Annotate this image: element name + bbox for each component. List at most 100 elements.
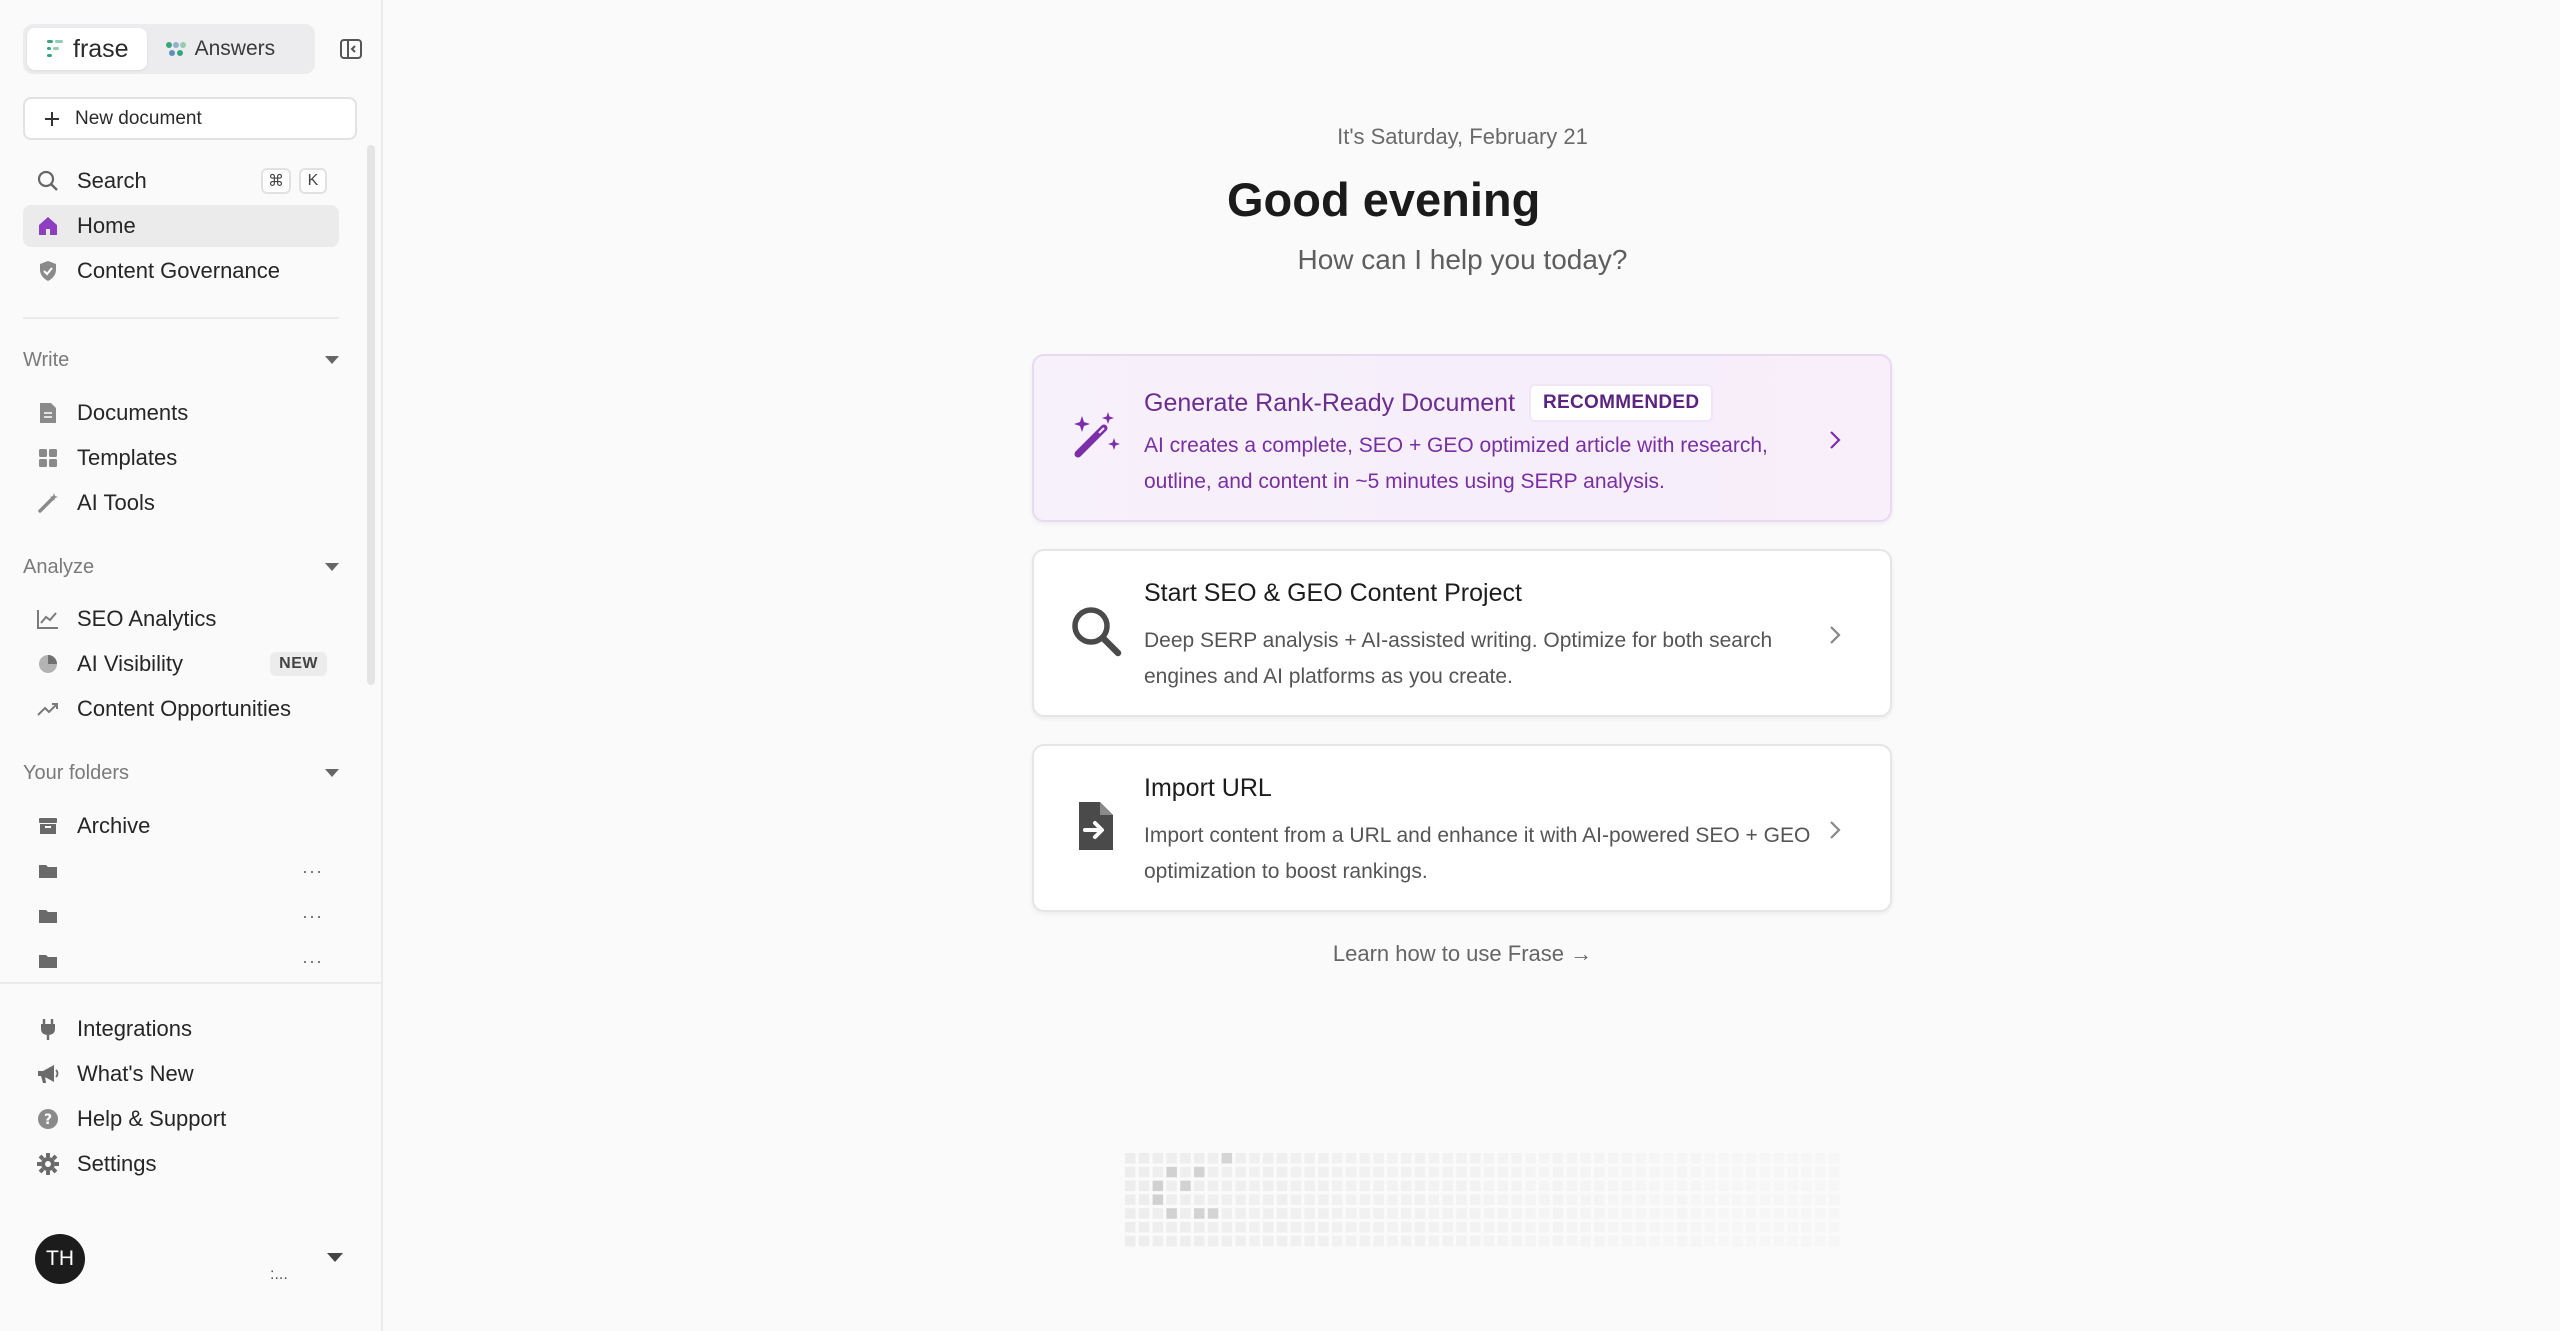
grid-cell bbox=[1677, 1222, 1688, 1233]
grid-cell bbox=[1442, 1166, 1453, 1178]
grid-cell bbox=[1828, 1166, 1840, 1178]
grid-cell bbox=[1511, 1222, 1522, 1233]
grid-cell bbox=[1621, 1222, 1633, 1233]
grid-cell bbox=[1442, 1153, 1453, 1164]
grid-icon bbox=[35, 445, 61, 471]
import-url-card[interactable]: Import URL Import content from a URL and… bbox=[1032, 744, 1892, 912]
folder-item[interactable]: ··· bbox=[23, 940, 339, 982]
megaphone-icon bbox=[35, 1061, 61, 1087]
grid-cell bbox=[1732, 1166, 1743, 1178]
grid-cell bbox=[1414, 1180, 1426, 1192]
grid-cell bbox=[1428, 1194, 1440, 1205]
learn-frase-link[interactable]: Learn how to use Frase → bbox=[385, 941, 2540, 967]
section-folders-header[interactable]: Your folders bbox=[23, 758, 341, 788]
search-nav-item[interactable]: Search ⌘ K bbox=[23, 160, 339, 202]
sidebar-item-label: Integrations bbox=[77, 1016, 192, 1041]
sidebar-item-ai-tools[interactable]: AI Tools bbox=[23, 482, 339, 524]
sidebar-item-label: What's New bbox=[77, 1061, 194, 1086]
grid-cell bbox=[1359, 1222, 1371, 1233]
answers-tab[interactable]: Answers bbox=[147, 28, 294, 70]
sidebar-item-ai-visibility[interactable]: AI Visibility NEW bbox=[23, 643, 339, 685]
sidebar-item-content-opportunities[interactable]: Content Opportunities bbox=[23, 688, 339, 730]
folder-more-button[interactable]: ··· bbox=[302, 861, 323, 882]
grid-cell bbox=[1732, 1235, 1743, 1247]
grid-cell bbox=[1428, 1222, 1440, 1233]
grid-cell bbox=[1525, 1208, 1536, 1219]
section-title: Analyze bbox=[23, 555, 95, 578]
grid-cell bbox=[1511, 1194, 1522, 1205]
grid-cell bbox=[1166, 1180, 1177, 1192]
generate-document-card[interactable]: Generate Rank-Ready Document RECOMMENDED… bbox=[1032, 354, 1892, 522]
folder-item[interactable]: ··· bbox=[23, 895, 339, 937]
grid-cell bbox=[1304, 1222, 1315, 1233]
chevron-right-icon bbox=[1826, 623, 1844, 647]
grid-cell bbox=[1138, 1153, 1150, 1164]
grid-cell bbox=[1566, 1235, 1578, 1247]
grid-cell bbox=[1649, 1235, 1660, 1247]
home-icon bbox=[35, 213, 61, 239]
sidebar-item-whats-new[interactable]: What's New bbox=[23, 1053, 339, 1095]
grid-cell bbox=[1608, 1208, 1619, 1219]
user-menu-caret-icon[interactable] bbox=[327, 1253, 343, 1262]
user-avatar[interactable]: TH bbox=[35, 1234, 85, 1284]
grid-cell bbox=[1138, 1180, 1150, 1192]
grid-cell bbox=[1552, 1208, 1564, 1219]
sidebar-item-home[interactable]: Home bbox=[23, 205, 339, 247]
grid-cell bbox=[1387, 1222, 1398, 1233]
grid-cell bbox=[1539, 1235, 1550, 1247]
help-subtitle: How can I help you today? bbox=[1297, 244, 1628, 275]
grid-cell bbox=[1221, 1180, 1233, 1192]
grid-cell bbox=[1180, 1180, 1191, 1192]
shortcut-key-k: K bbox=[299, 168, 327, 194]
folder-item[interactable]: ··· bbox=[23, 850, 339, 892]
trending-icon bbox=[35, 696, 61, 722]
grid-cell bbox=[1511, 1166, 1522, 1178]
grid-cell bbox=[1828, 1153, 1840, 1164]
section-analyze-header[interactable]: Analyze bbox=[23, 552, 341, 582]
section-title: Write bbox=[23, 348, 70, 371]
grid-cell bbox=[1704, 1235, 1716, 1247]
section-write-header[interactable]: Write bbox=[23, 345, 341, 375]
sidebar-item-settings[interactable]: Settings bbox=[23, 1143, 339, 1185]
folder-more-button[interactable]: ··· bbox=[302, 951, 323, 972]
grid-cell bbox=[1635, 1194, 1647, 1205]
grid-cell bbox=[1401, 1208, 1412, 1219]
grid-cell bbox=[1552, 1166, 1564, 1178]
grid-cell bbox=[1414, 1194, 1426, 1205]
grid-cell bbox=[1801, 1180, 1812, 1192]
seo-content-project-card[interactable]: Start SEO & GEO Content Project Deep SER… bbox=[1032, 549, 1892, 717]
frase-tab[interactable]: frase bbox=[27, 28, 147, 70]
grid-cell bbox=[1677, 1194, 1688, 1205]
grid-cell bbox=[1263, 1235, 1274, 1247]
grid-cell bbox=[1690, 1153, 1702, 1164]
new-document-button[interactable]: New document bbox=[23, 97, 357, 140]
shortcut-key-cmd: ⌘ bbox=[261, 168, 291, 194]
grid-cell bbox=[1290, 1208, 1302, 1219]
grid-cell bbox=[1470, 1208, 1481, 1219]
collapse-sidebar-button[interactable] bbox=[338, 36, 364, 62]
sidebar-item-seo-analytics[interactable]: SEO Analytics bbox=[23, 598, 339, 640]
sidebar-item-archive[interactable]: Archive bbox=[23, 805, 339, 847]
grid-cell bbox=[1276, 1166, 1288, 1178]
sidebar-item-documents[interactable]: Documents bbox=[23, 392, 339, 434]
grid-cell bbox=[1759, 1222, 1771, 1233]
grid-cell bbox=[1773, 1222, 1785, 1233]
sidebar-item-templates[interactable]: Templates bbox=[23, 437, 339, 479]
grid-cell bbox=[1566, 1208, 1578, 1219]
grid-cell bbox=[1746, 1194, 1757, 1205]
chevron-right-icon bbox=[1826, 818, 1844, 842]
sidebar-scrollbar[interactable] bbox=[367, 145, 375, 685]
grid-cell bbox=[1663, 1166, 1674, 1178]
grid-cell bbox=[1166, 1235, 1177, 1247]
folder-more-button[interactable]: ··· bbox=[302, 906, 323, 927]
sidebar-item-help-support[interactable]: ? Help & Support bbox=[23, 1098, 339, 1140]
grid-cell bbox=[1690, 1194, 1702, 1205]
sidebar-item-content-governance[interactable]: Content Governance bbox=[23, 250, 339, 292]
grid-cell bbox=[1428, 1180, 1440, 1192]
grid-cell bbox=[1677, 1166, 1688, 1178]
sidebar-item-integrations[interactable]: Integrations bbox=[23, 1008, 339, 1050]
grid-cell bbox=[1207, 1235, 1219, 1247]
grid-cell bbox=[1525, 1194, 1536, 1205]
grid-cell bbox=[1249, 1166, 1260, 1178]
document-icon bbox=[35, 400, 61, 426]
